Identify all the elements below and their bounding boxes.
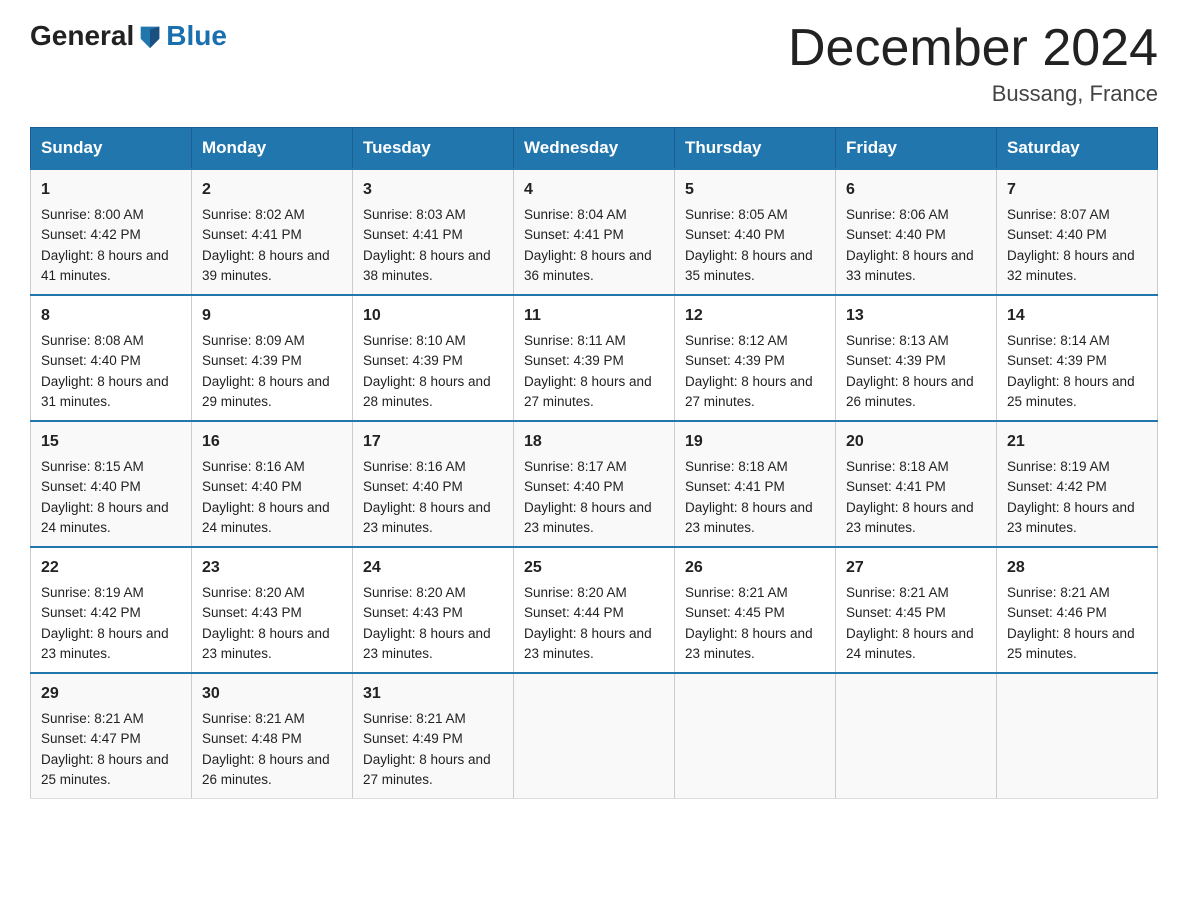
day-number: 11 [524,304,664,328]
calendar-body: 1Sunrise: 8:00 AMSunset: 4:42 PMDaylight… [31,169,1158,799]
title-area: December 2024 Bussang, France [788,20,1158,107]
calendar-cell: 1Sunrise: 8:00 AMSunset: 4:42 PMDaylight… [31,169,192,295]
calendar-cell: 31Sunrise: 8:21 AMSunset: 4:49 PMDayligh… [353,673,514,799]
day-number: 6 [846,178,986,202]
day-number: 5 [685,178,825,202]
calendar-cell: 23Sunrise: 8:20 AMSunset: 4:43 PMDayligh… [192,547,353,673]
day-number: 19 [685,430,825,454]
calendar-cell: 12Sunrise: 8:12 AMSunset: 4:39 PMDayligh… [675,295,836,421]
header-day-tuesday: Tuesday [353,128,514,170]
week-row-4: 22Sunrise: 8:19 AMSunset: 4:42 PMDayligh… [31,547,1158,673]
calendar-cell: 18Sunrise: 8:17 AMSunset: 4:40 PMDayligh… [514,421,675,547]
day-number: 29 [41,682,181,706]
calendar-cell: 13Sunrise: 8:13 AMSunset: 4:39 PMDayligh… [836,295,997,421]
day-number: 9 [202,304,342,328]
calendar-cell: 19Sunrise: 8:18 AMSunset: 4:41 PMDayligh… [675,421,836,547]
calendar-cell [675,673,836,799]
calendar-cell: 25Sunrise: 8:20 AMSunset: 4:44 PMDayligh… [514,547,675,673]
calendar-cell: 29Sunrise: 8:21 AMSunset: 4:47 PMDayligh… [31,673,192,799]
week-row-1: 1Sunrise: 8:00 AMSunset: 4:42 PMDaylight… [31,169,1158,295]
calendar-cell: 7Sunrise: 8:07 AMSunset: 4:40 PMDaylight… [997,169,1158,295]
week-row-3: 15Sunrise: 8:15 AMSunset: 4:40 PMDayligh… [31,421,1158,547]
page-header: General Blue December 2024 Bussang, Fran… [30,20,1158,107]
calendar-cell: 24Sunrise: 8:20 AMSunset: 4:43 PMDayligh… [353,547,514,673]
header-day-thursday: Thursday [675,128,836,170]
calendar-cell: 5Sunrise: 8:05 AMSunset: 4:40 PMDaylight… [675,169,836,295]
calendar-cell: 22Sunrise: 8:19 AMSunset: 4:42 PMDayligh… [31,547,192,673]
day-number: 24 [363,556,503,580]
day-number: 20 [846,430,986,454]
calendar-cell: 9Sunrise: 8:09 AMSunset: 4:39 PMDaylight… [192,295,353,421]
logo-text: General Blue [30,20,227,52]
day-number: 4 [524,178,664,202]
calendar-cell: 8Sunrise: 8:08 AMSunset: 4:40 PMDaylight… [31,295,192,421]
header-day-saturday: Saturday [997,128,1158,170]
day-number: 7 [1007,178,1147,202]
calendar-cell: 28Sunrise: 8:21 AMSunset: 4:46 PMDayligh… [997,547,1158,673]
logo-icon [136,22,164,50]
calendar-title: December 2024 [788,20,1158,77]
day-number: 27 [846,556,986,580]
day-number: 8 [41,304,181,328]
calendar-header: SundayMondayTuesdayWednesdayThursdayFrid… [31,128,1158,170]
day-number: 15 [41,430,181,454]
header-day-sunday: Sunday [31,128,192,170]
calendar-cell: 21Sunrise: 8:19 AMSunset: 4:42 PMDayligh… [997,421,1158,547]
header-day-monday: Monday [192,128,353,170]
header-day-wednesday: Wednesday [514,128,675,170]
calendar-cell: 27Sunrise: 8:21 AMSunset: 4:45 PMDayligh… [836,547,997,673]
logo-blue: Blue [166,20,227,52]
day-number: 17 [363,430,503,454]
day-number: 26 [685,556,825,580]
day-number: 18 [524,430,664,454]
day-number: 30 [202,682,342,706]
day-number: 12 [685,304,825,328]
calendar-cell [514,673,675,799]
day-number: 1 [41,178,181,202]
day-number: 31 [363,682,503,706]
calendar-cell: 6Sunrise: 8:06 AMSunset: 4:40 PMDaylight… [836,169,997,295]
calendar-cell: 26Sunrise: 8:21 AMSunset: 4:45 PMDayligh… [675,547,836,673]
day-number: 10 [363,304,503,328]
day-number: 16 [202,430,342,454]
calendar-table: SundayMondayTuesdayWednesdayThursdayFrid… [30,127,1158,799]
logo-general: General [30,20,134,52]
calendar-cell [836,673,997,799]
calendar-cell: 15Sunrise: 8:15 AMSunset: 4:40 PMDayligh… [31,421,192,547]
day-number: 22 [41,556,181,580]
week-row-2: 8Sunrise: 8:08 AMSunset: 4:40 PMDaylight… [31,295,1158,421]
calendar-cell: 30Sunrise: 8:21 AMSunset: 4:48 PMDayligh… [192,673,353,799]
week-row-5: 29Sunrise: 8:21 AMSunset: 4:47 PMDayligh… [31,673,1158,799]
day-number: 13 [846,304,986,328]
day-number: 21 [1007,430,1147,454]
day-number: 14 [1007,304,1147,328]
calendar-cell: 17Sunrise: 8:16 AMSunset: 4:40 PMDayligh… [353,421,514,547]
calendar-cell: 20Sunrise: 8:18 AMSunset: 4:41 PMDayligh… [836,421,997,547]
day-number: 3 [363,178,503,202]
logo: General Blue [30,20,227,52]
day-number: 25 [524,556,664,580]
day-number: 2 [202,178,342,202]
calendar-subtitle: Bussang, France [788,81,1158,107]
calendar-cell: 11Sunrise: 8:11 AMSunset: 4:39 PMDayligh… [514,295,675,421]
calendar-cell: 4Sunrise: 8:04 AMSunset: 4:41 PMDaylight… [514,169,675,295]
day-number: 23 [202,556,342,580]
calendar-cell: 14Sunrise: 8:14 AMSunset: 4:39 PMDayligh… [997,295,1158,421]
day-number: 28 [1007,556,1147,580]
header-row: SundayMondayTuesdayWednesdayThursdayFrid… [31,128,1158,170]
header-day-friday: Friday [836,128,997,170]
calendar-cell: 10Sunrise: 8:10 AMSunset: 4:39 PMDayligh… [353,295,514,421]
calendar-cell: 2Sunrise: 8:02 AMSunset: 4:41 PMDaylight… [192,169,353,295]
calendar-cell: 16Sunrise: 8:16 AMSunset: 4:40 PMDayligh… [192,421,353,547]
calendar-cell [997,673,1158,799]
calendar-cell: 3Sunrise: 8:03 AMSunset: 4:41 PMDaylight… [353,169,514,295]
